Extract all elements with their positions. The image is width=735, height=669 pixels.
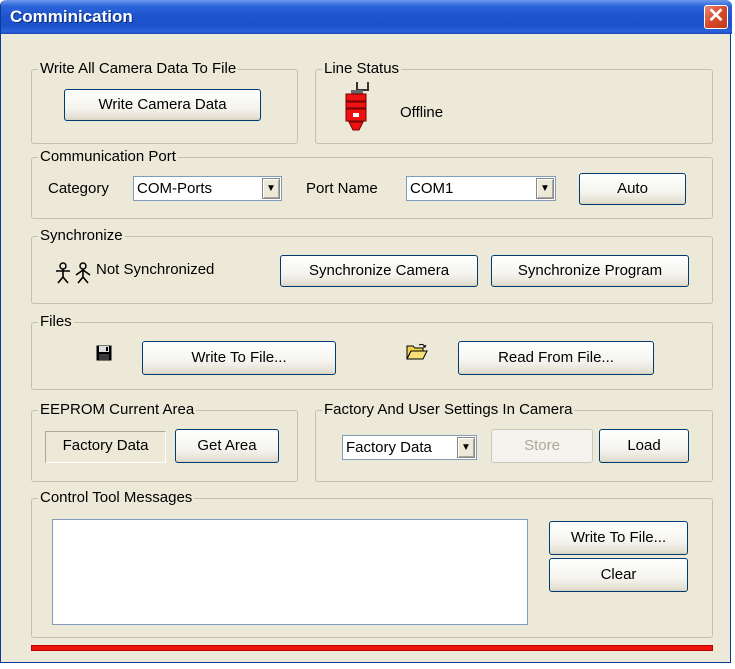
write-all-legend: Write All Camera Data To File [38, 60, 239, 78]
load-button[interactable]: Load [599, 429, 689, 463]
line-status-text: Offline [400, 104, 444, 121]
messages-textarea[interactable] [52, 519, 528, 625]
category-value: COM-Ports [137, 180, 212, 197]
progress-bar [31, 645, 713, 651]
factory-user-settings-legend: Factory And User Settings In Camera [322, 401, 575, 419]
open-folder-icon [406, 343, 428, 360]
line-status-legend: Line Status [322, 60, 402, 78]
eeprom-area-value: Factory Data [45, 431, 166, 463]
store-button[interactable]: Store [491, 429, 593, 463]
files-group: Files Write To File... Read From File... [31, 313, 713, 390]
files-legend: Files [38, 313, 74, 331]
chevron-down-icon[interactable]: ▼ [536, 178, 554, 199]
category-label: Category [48, 180, 109, 197]
communication-port-group: Communication Port Category COM-Ports ▼ … [31, 148, 713, 219]
category-select[interactable]: COM-Ports ▼ [133, 176, 282, 201]
synchronize-group: Synchronize Not Synchronized Synchronize… [31, 227, 713, 304]
messages-clear-button[interactable]: Clear [549, 558, 688, 592]
control-tool-messages-group: Control Tool Messages Write To File... C… [31, 489, 713, 638]
close-button[interactable]: ✕ [704, 5, 728, 29]
line-status-group: Line Status Offline [315, 60, 713, 144]
people-sync-icon [56, 262, 91, 284]
get-area-button[interactable]: Get Area [175, 429, 279, 463]
write-camera-data-button[interactable]: Write Camera Data [64, 89, 261, 121]
read-from-file-button[interactable]: Read From File... [458, 341, 654, 375]
port-name-label: Port Name [306, 180, 378, 197]
port-name-select[interactable]: COM1 ▼ [406, 176, 556, 201]
control-tool-messages-legend: Control Tool Messages [38, 489, 195, 507]
auto-button[interactable]: Auto [579, 173, 686, 205]
eeprom-area-legend: EEPROM Current Area [38, 401, 197, 419]
write-all-group: Write All Camera Data To File Write Came… [31, 60, 298, 144]
floppy-disk-icon [96, 345, 112, 361]
synchronize-legend: Synchronize [38, 227, 125, 245]
messages-write-to-file-button[interactable]: Write To File... [549, 521, 688, 555]
settings-area-select[interactable]: Factory Data ▼ [342, 435, 477, 460]
write-to-file-button[interactable]: Write To File... [142, 341, 336, 375]
chevron-down-icon[interactable]: ▼ [457, 437, 475, 458]
communication-port-legend: Communication Port [38, 148, 178, 166]
factory-user-settings-group: Factory And User Settings In Camera Fact… [315, 401, 713, 482]
synchronize-camera-button[interactable]: Synchronize Camera [280, 255, 478, 287]
communication-dialog: Comminication ✕ Write All Camera Data To… [0, 0, 732, 663]
synchronize-program-button[interactable]: Synchronize Program [491, 255, 689, 287]
window-title: Comminication [10, 7, 133, 26]
chevron-down-icon[interactable]: ▼ [262, 178, 280, 199]
eeprom-area-group: EEPROM Current Area Factory Data Get Are… [31, 401, 298, 482]
settings-area-value: Factory Data [346, 439, 432, 456]
plug-connector-icon [345, 82, 369, 131]
title-bar[interactable]: Comminication ✕ [1, 0, 732, 34]
synchronize-status: Not Synchronized [96, 261, 215, 278]
port-name-value: COM1 [410, 180, 454, 197]
